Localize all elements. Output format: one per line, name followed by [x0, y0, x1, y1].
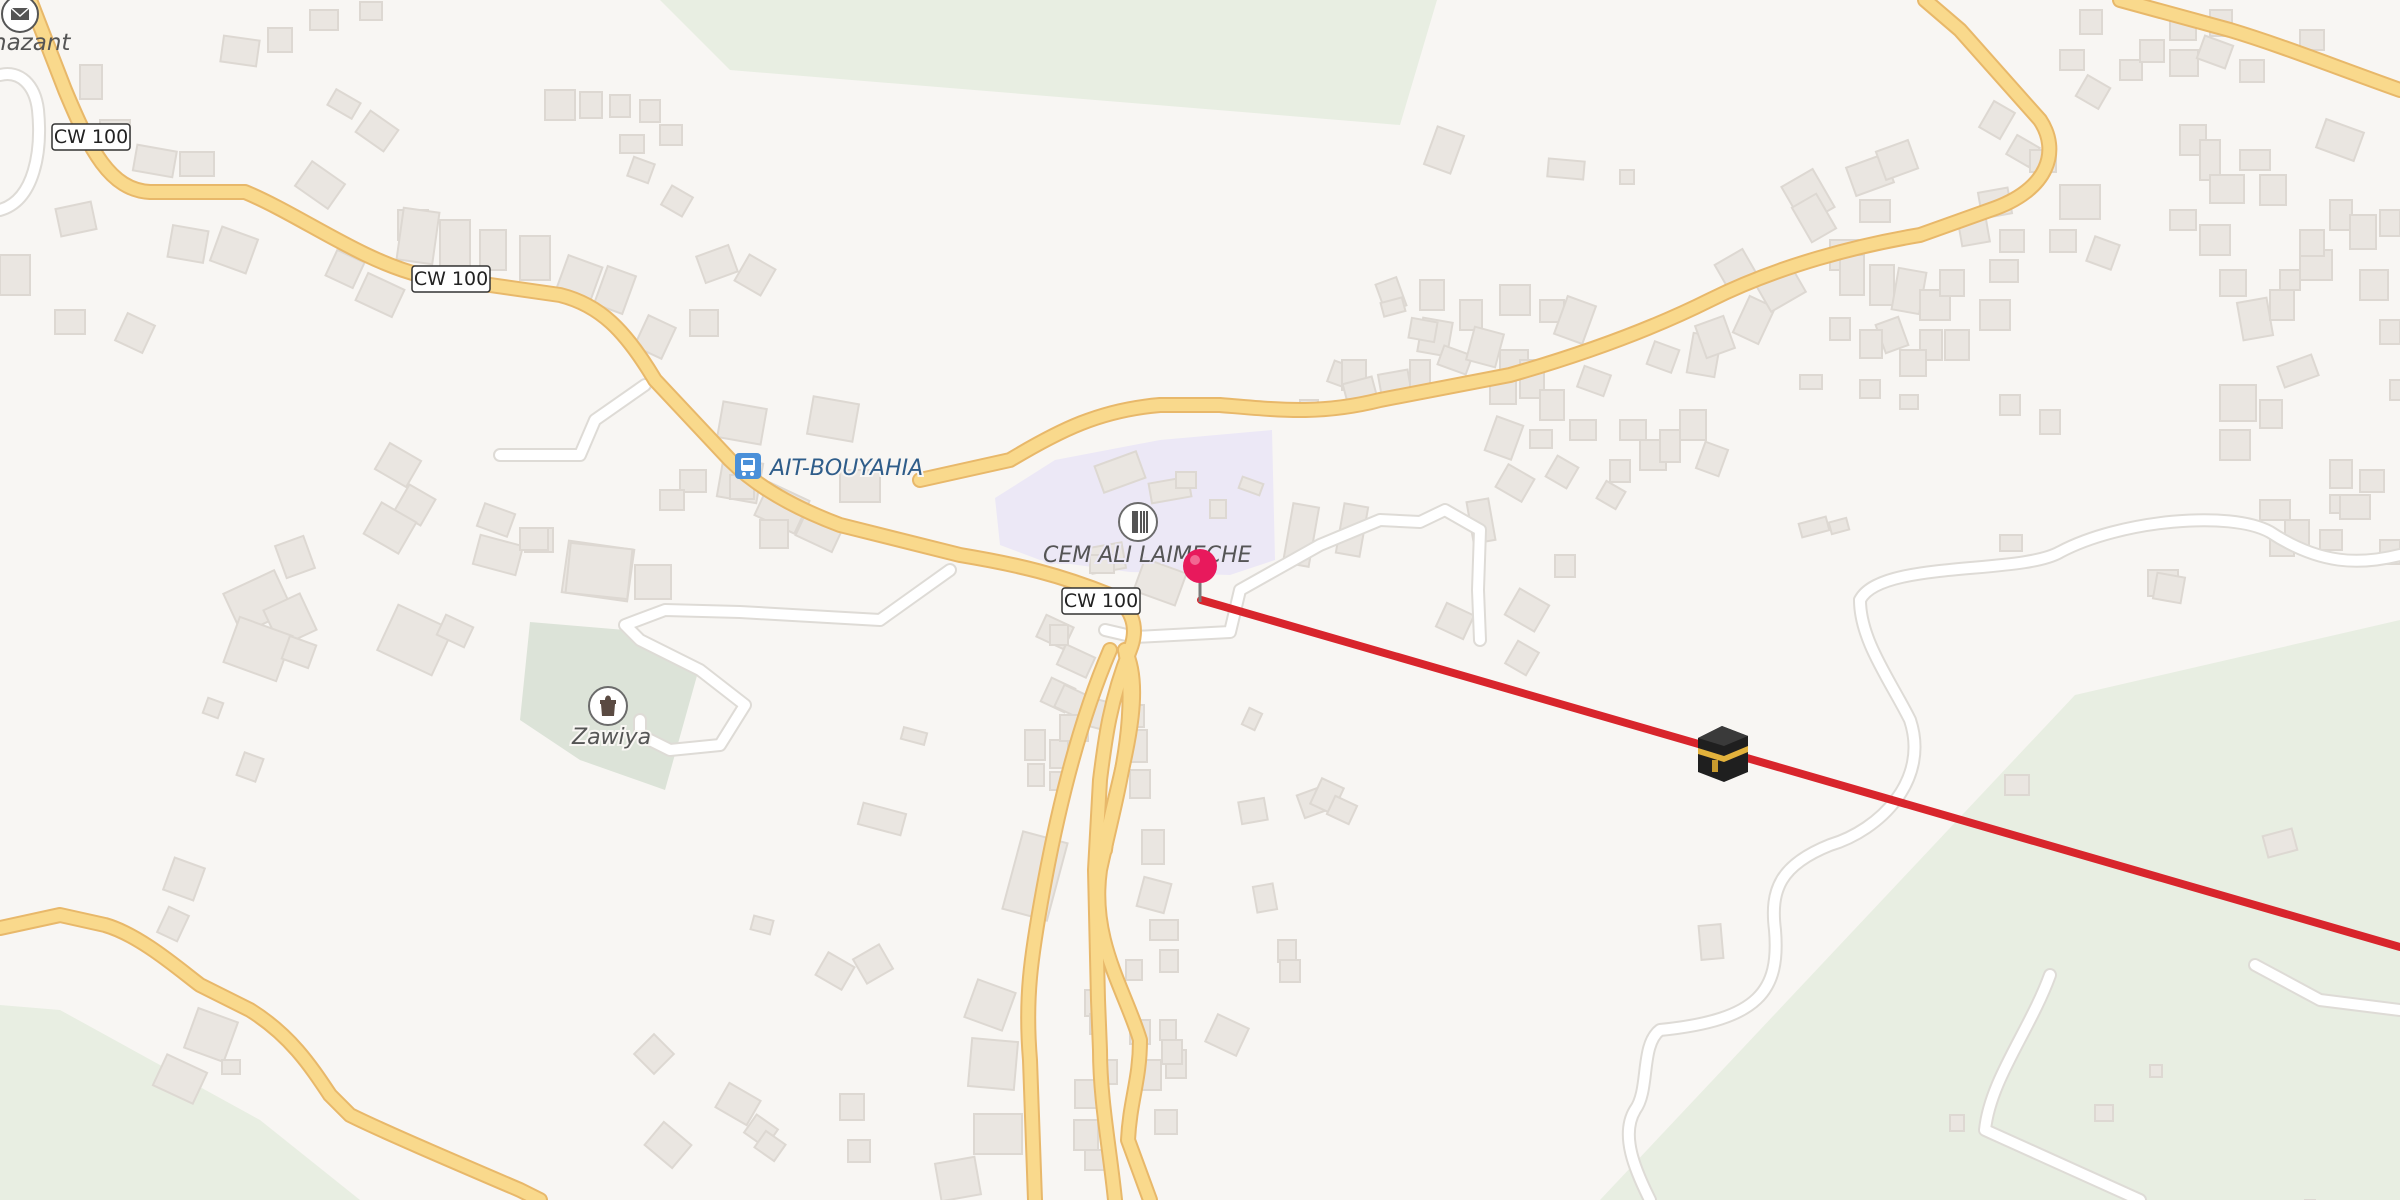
school-icon[interactable] — [1118, 502, 1158, 542]
road-shield-label: CW 100 — [414, 268, 488, 290]
place-label-partial: nazant — [0, 30, 71, 56]
road-shield[interactable]: CW 100 — [411, 265, 491, 293]
school-label[interactable]: CEM ALI LAIMECHE — [1041, 541, 1254, 570]
map-canvas[interactable]: CW 100 CW 100 CW 100 nazant AIT-BOUYAHIA… — [0, 0, 2400, 1200]
zawiya-icon[interactable] — [588, 686, 628, 726]
road-shield-label: CW 100 — [54, 126, 128, 148]
kaaba-icon[interactable] — [1698, 726, 1748, 782]
road-shield[interactable]: CW 100 — [51, 123, 131, 151]
road-shield-label: CW 100 — [1064, 590, 1138, 612]
zawiya-label[interactable]: Zawiya — [569, 723, 653, 752]
road-shield[interactable]: CW 100 — [1061, 587, 1141, 615]
bus-stop-label[interactable]: AIT-BOUYAHIA — [766, 454, 925, 483]
bus-stop-icon[interactable] — [735, 453, 761, 479]
envelope-icon[interactable] — [1, 0, 39, 33]
